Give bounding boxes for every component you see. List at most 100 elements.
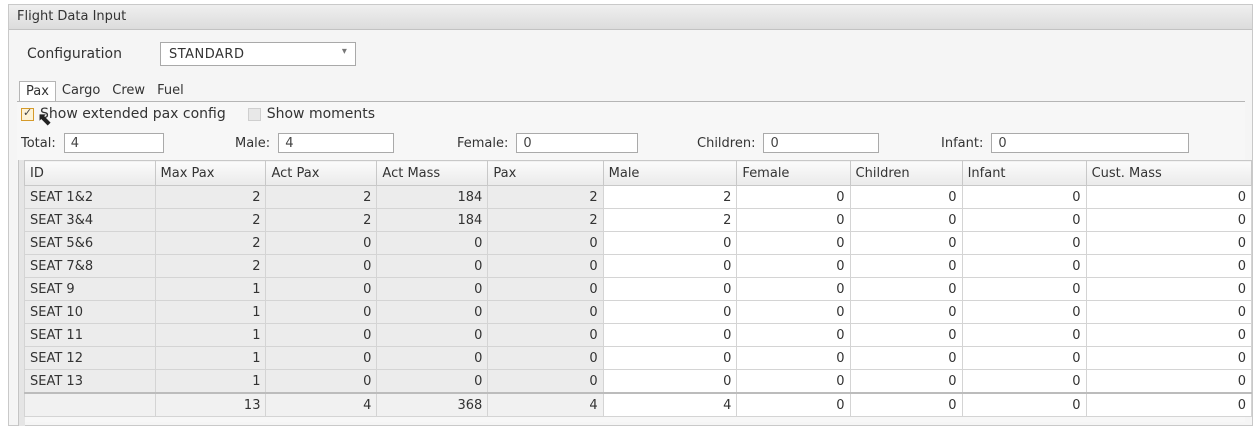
table-row[interactable]: SEAT 3&4 2 2 184 2 2 0 0 0 0	[24, 208, 1253, 232]
cell-children[interactable]: 0	[849, 185, 963, 209]
tab-cargo[interactable]: Cargo	[56, 81, 106, 101]
cell-male[interactable]: 0	[602, 323, 738, 347]
cell-male[interactable]: 0	[602, 277, 738, 301]
total-field-group: Total:	[21, 131, 164, 155]
cell-cust-mass[interactable]: 0	[1085, 185, 1253, 209]
cell-pax: 0	[487, 369, 604, 394]
col-header-cust-mass[interactable]: Cust. Mass	[1085, 160, 1253, 186]
cell-infant[interactable]: 0	[961, 277, 1087, 301]
cell-female[interactable]: 0	[736, 323, 851, 347]
total-input[interactable]	[63, 133, 164, 153]
cell-max-pax: 2	[154, 254, 267, 278]
cell-female[interactable]: 0	[736, 254, 851, 278]
cell-cust-mass[interactable]: 0	[1085, 231, 1253, 255]
cell-female[interactable]: 0	[736, 300, 851, 324]
cell-male[interactable]: 0	[602, 346, 738, 370]
col-header-act-mass[interactable]: Act Mass	[376, 160, 489, 186]
cell-infant[interactable]: 0	[961, 323, 1087, 347]
tab-fuel[interactable]: Fuel	[151, 81, 190, 101]
tab-pax[interactable]: Pax	[19, 81, 56, 102]
show-moments-checkbox[interactable]	[247, 107, 261, 121]
cell-act-mass: 0	[376, 323, 489, 347]
children-input[interactable]	[763, 133, 880, 153]
totals-row: Total: Male: Female: Children: Infant:	[21, 131, 1241, 155]
cell-female[interactable]: 0	[736, 231, 851, 255]
cell-children[interactable]: 0	[849, 300, 963, 324]
table-row[interactable]: SEAT 7&8 2 0 0 0 0 0 0 0 0	[24, 254, 1253, 278]
chevron-down-icon[interactable]: ▾	[342, 46, 347, 57]
col-header-male[interactable]: Male	[602, 160, 738, 186]
table-row[interactable]: SEAT 12 1 0 0 0 0 0 0 0 0	[24, 346, 1253, 370]
col-header-max-pax[interactable]: Max Pax	[154, 160, 267, 186]
configuration-label: Configuration	[27, 46, 122, 62]
col-header-id[interactable]: ID	[24, 160, 156, 186]
male-field-group: Male:	[235, 131, 395, 155]
cell-infant[interactable]: 0	[961, 231, 1087, 255]
col-header-pax[interactable]: Pax	[487, 160, 604, 186]
cell-children[interactable]: 0	[849, 369, 963, 394]
cell-children[interactable]: 0	[849, 254, 963, 278]
cell-male[interactable]: 0	[602, 231, 738, 255]
cell-pax: 0	[487, 323, 604, 347]
table-row[interactable]: SEAT 1&2 2 2 184 2 2 0 0 0 0	[24, 185, 1253, 209]
show-extended-pax-config-checkbox[interactable]	[21, 106, 34, 121]
grid-body: SEAT 1&2 2 2 184 2 2 0 0 0 0 SEAT 3&4 2 2 184 2 2 0 0 0 0 SE…	[24, 185, 1253, 417]
cell-cust-mass[interactable]: 0	[1085, 369, 1253, 394]
col-header-act-pax[interactable]: Act Pax	[265, 160, 378, 186]
cell-cust-mass[interactable]: 0	[1085, 346, 1253, 370]
table-row[interactable]: SEAT 11 1 0 0 0 0 0 0 0 0	[24, 323, 1253, 347]
cell-act-pax: 2	[265, 208, 378, 232]
cell-children[interactable]: 0	[849, 346, 963, 370]
cell-id: SEAT 9	[24, 277, 156, 301]
col-header-infant[interactable]: Infant	[961, 160, 1087, 186]
cell-cust-mass: 0	[1085, 392, 1253, 417]
cell-cust-mass[interactable]: 0	[1085, 208, 1253, 232]
cell-male[interactable]: 0	[602, 300, 738, 324]
tab-crew[interactable]: Crew	[106, 81, 151, 101]
cell-female[interactable]: 0	[736, 277, 851, 301]
infant-field-group: Infant:	[941, 131, 1190, 155]
cell-infant[interactable]: 0	[961, 185, 1087, 209]
show-extended-pax-config-label[interactable]: Show extended pax config	[40, 106, 226, 122]
cell-cust-mass[interactable]: 0	[1085, 323, 1253, 347]
cell-act-pax: 0	[265, 369, 378, 394]
cell-infant[interactable]: 0	[961, 346, 1087, 370]
cell-children[interactable]: 0	[849, 323, 963, 347]
cell-male[interactable]: 2	[602, 208, 738, 232]
show-moments-label[interactable]: Show moments	[267, 106, 375, 122]
table-row[interactable]: SEAT 10 1 0 0 0 0 0 0 0 0	[24, 300, 1253, 324]
window-title: Flight Data Input	[9, 5, 1252, 30]
cell-act-mass: 0	[376, 369, 489, 394]
cell-infant[interactable]: 0	[961, 300, 1087, 324]
cell-female[interactable]: 0	[736, 185, 851, 209]
cell-children[interactable]: 0	[849, 277, 963, 301]
cell-male[interactable]: 0	[602, 254, 738, 278]
cell-children[interactable]: 0	[849, 208, 963, 232]
cell-cust-mass[interactable]: 0	[1085, 277, 1253, 301]
table-row[interactable]: SEAT 9100000000	[24, 277, 1253, 301]
cell-infant[interactable]: 0	[961, 369, 1087, 394]
cell-pax: 2	[487, 185, 604, 209]
col-header-children[interactable]: Children	[849, 160, 963, 186]
female-input[interactable]	[516, 133, 639, 153]
cell-cust-mass[interactable]: 0	[1085, 254, 1253, 278]
cell-male[interactable]: 2	[602, 185, 738, 209]
table-row[interactable]: SEAT 5&6 2 0 0 0 0 0 0 0 0	[24, 231, 1253, 255]
cell-cust-mass[interactable]: 0	[1085, 300, 1253, 324]
cell-female[interactable]: 0	[736, 208, 851, 232]
cell-infant[interactable]: 0	[961, 208, 1087, 232]
female-field-group: Female:	[457, 131, 639, 155]
cell-male[interactable]: 0	[602, 369, 738, 394]
cell-female[interactable]: 0	[736, 346, 851, 370]
table-total-row[interactable]: 13 4 368 4 4 0 0 0 0	[24, 392, 1253, 417]
cell-infant[interactable]: 0	[961, 254, 1087, 278]
cell-female[interactable]: 0	[736, 369, 851, 394]
infant-input[interactable]	[991, 133, 1190, 153]
male-input[interactable]	[278, 133, 395, 153]
cell-max-pax: 1	[154, 277, 267, 301]
configuration-select[interactable]: STANDARD ▾	[159, 42, 356, 66]
cell-act-mass: 184	[376, 208, 489, 232]
cell-children[interactable]: 0	[849, 231, 963, 255]
table-row[interactable]: SEAT 13 1 0 0 0 0 0 0 0 0	[24, 369, 1253, 394]
col-header-female[interactable]: Female	[736, 160, 851, 186]
